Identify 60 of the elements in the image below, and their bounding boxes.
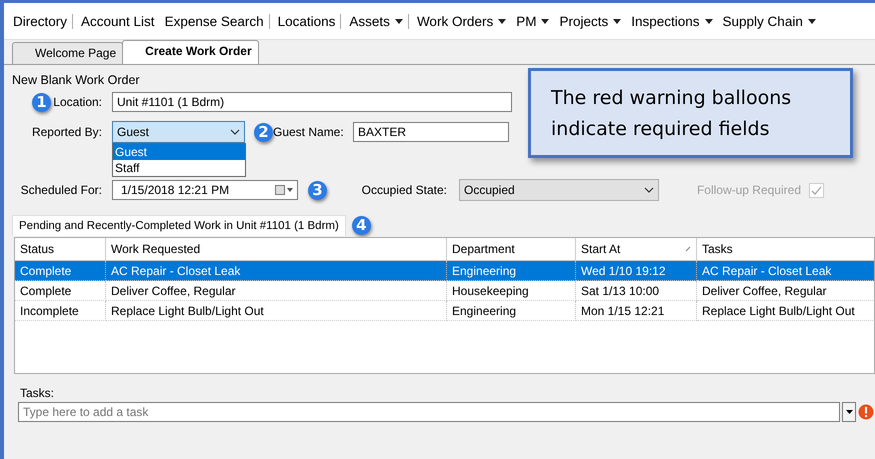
menu-item[interactable]: Projects [554,14,626,28]
field-label: Location: [52,95,103,109]
table-cell: Engineering [447,261,576,281]
checkbox-label: Follow-up Required [696,183,802,197]
menu-item[interactable]: PM [511,14,554,28]
caret-icon [541,19,550,24]
menu-item[interactable]: Work Orders [412,14,512,28]
tab[interactable]: Pending and Recently-Completed Work in Unit #1101 (1 Bdrm) [12,214,346,236]
menu-item[interactable]: Inspections [626,14,718,28]
table-cell: Complete [15,261,106,281]
menu-item[interactable]: Assets [344,14,409,28]
location-field[interactable]: Unit #1101 (1 Bdrm) [112,92,512,112]
table-cell: Wed 1/10 19:12 [576,261,697,281]
number-badge: 4 [352,216,371,234]
table-cell: Housekeeping [447,281,576,301]
number-badge: 1 [32,92,51,112]
number-badge: 2 [254,122,273,142]
table-cell: Engineering [447,301,576,321]
table-cell: AC Repair - Closet Leak [106,261,447,281]
table-cell: Complete [15,281,106,301]
column-header[interactable]: Status [15,238,106,261]
caret-icon [613,19,622,24]
caret-icon [846,410,852,414]
occupied-state-select[interactable]: Occupied [459,179,659,201]
form-title: New Blank Work Order [11,72,141,87]
number-badge: 3 [308,180,327,200]
column-header[interactable]: Work Requested [106,238,447,261]
menu-item[interactable]: Account List [76,14,160,28]
calendar-icon[interactable] [275,185,293,195]
field-label: Occupied State: [360,183,448,197]
menu-item[interactable]: Locations [272,14,342,28]
menu-item[interactable]: Supply Chain [718,14,821,28]
table-cell: Incomplete [15,301,106,321]
date-field[interactable]: 1/15/2018 12:21 PM [112,180,298,200]
caret-icon [704,19,713,24]
column-header[interactable]: Department [447,238,576,261]
menu-item[interactable]: Directory [8,14,74,28]
menu-item[interactable]: Expense Search [160,14,270,28]
task-input-field[interactable]: Type here to add a task [18,402,840,422]
field-label: Reported By: [30,125,103,139]
guest-name-field[interactable]: BAXTER [353,122,509,142]
note-balloon: The red warning balloons indicate required fields [528,68,853,158]
tab[interactable]: Create Work Order [122,40,259,64]
field-label: Scheduled For: [20,183,103,197]
table-cell: Replace Light Bulb/Light Out [106,301,447,321]
field-label: Tasks: [19,385,56,402]
table-cell: Sat 1/13 10:00 [576,281,697,301]
chevron-icon [644,187,654,193]
table-cell: Mon 1/15 12:21 [576,301,697,321]
chevron-icon [230,129,240,135]
table-cell: Deliver Coffee, Regular [106,281,447,301]
field-label: Guest Name: [273,125,345,139]
column-header[interactable]: Start At [576,238,697,261]
tab[interactable]: Welcome Page [12,42,124,64]
table-cell: AC Repair - Closet Leak [697,261,874,281]
dropdown-button[interactable] [842,402,856,422]
dropdown-option[interactable]: Guest [113,144,245,160]
caret-icon [394,19,403,24]
caret-icon [808,19,816,24]
caret-icon [498,19,506,24]
